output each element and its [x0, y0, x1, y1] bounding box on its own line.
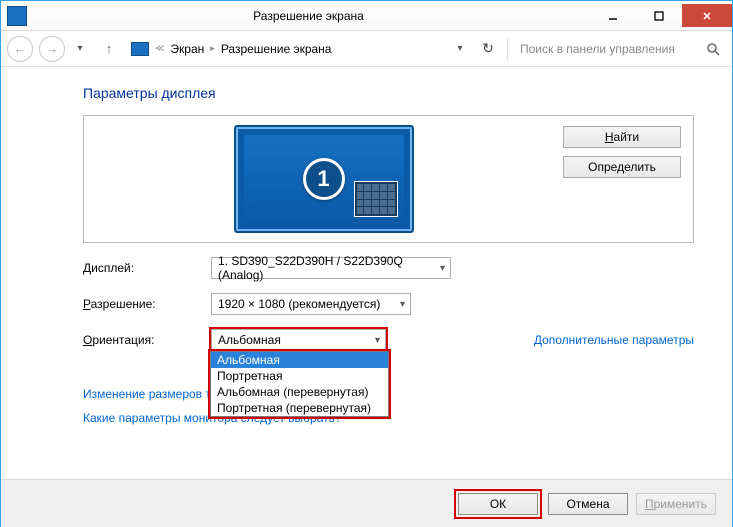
cancel-button[interactable]: Отмена [548, 493, 628, 515]
resolution-label: Разрешение: [83, 297, 211, 311]
orientation-label: Ориентация: [83, 333, 211, 347]
control-panel-icon [131, 42, 149, 56]
close-button[interactable] [682, 4, 732, 27]
orientation-option-portrait-flipped[interactable]: Портретная (перевернутая) [211, 400, 388, 416]
breadcrumb-separator: ≪ [155, 43, 164, 54]
chevron-right-icon: ▸ [210, 43, 215, 54]
search-input[interactable]: Поиск в панели управления [514, 37, 694, 61]
navbar: ← → ▾ ↑ ≪ Экран ▸ Разрешение экрана ▾ ↻ … [1, 31, 732, 67]
apply-button[interactable]: Применить [636, 493, 716, 515]
nav-forward-button[interactable]: → [39, 36, 65, 62]
breadcrumb[interactable]: ≪ Экран ▸ Разрешение экрана [131, 42, 445, 56]
titlebar: Разрешение экрана [1, 1, 732, 31]
nav-up-button[interactable]: ↑ [99, 39, 119, 59]
nav-back-button[interactable]: ← [7, 36, 33, 62]
orientation-option-landscape[interactable]: Альбомная [211, 352, 388, 368]
orientation-option-portrait[interactable]: Портретная [211, 368, 388, 384]
monitor-grid-icon [354, 181, 398, 217]
orientation-option-landscape-flipped[interactable]: Альбомная (перевернутая) [211, 384, 388, 400]
orientation-dropdown-list: Альбомная Портретная Альбомная (переверн… [210, 351, 389, 417]
minimize-button[interactable] [590, 4, 636, 27]
breadcrumb-dropdown[interactable]: ▾ [451, 43, 469, 54]
breadcrumb-resolution[interactable]: Разрешение экрана [221, 42, 332, 56]
resolution-dropdown[interactable]: 1920 × 1080 (рекомендуется) [211, 293, 411, 315]
monitor-number: 1 [303, 158, 345, 200]
button-bar: ОК Отмена Применить [1, 479, 732, 527]
breadcrumb-screen[interactable]: Экран [170, 42, 204, 56]
content-area: Параметры дисплея 1 Найти Определить [1, 67, 732, 435]
resize-text-link[interactable]: Изменение размеров те [83, 387, 217, 401]
display-label: Дисплей: [83, 261, 211, 275]
find-button[interactable]: Найти [563, 126, 681, 148]
window-title: Разрешение экрана [27, 9, 590, 23]
display-value: 1. SD390_S22D390H / S22D390Q (Analog) [218, 254, 432, 282]
system-icon [7, 6, 27, 26]
orientation-dropdown[interactable]: Альбомная Альбомная Портретная Альбомная… [211, 329, 386, 351]
monitor-preview-area[interactable]: 1 [84, 116, 563, 242]
nav-history-dropdown[interactable]: ▾ [71, 43, 89, 54]
resolution-value: 1920 × 1080 (рекомендуется) [218, 297, 380, 311]
search-icon[interactable] [700, 37, 726, 61]
maximize-button[interactable] [636, 4, 682, 27]
detect-button[interactable]: Определить [563, 156, 681, 178]
orientation-value: Альбомная [218, 333, 281, 347]
display-preview-panel: 1 Найти Определить [83, 115, 694, 243]
monitor-thumbnail[interactable]: 1 [234, 125, 414, 233]
page-heading: Параметры дисплея [83, 85, 704, 101]
ok-button[interactable]: ОК [458, 493, 538, 515]
refresh-button[interactable]: ↻ [475, 37, 501, 61]
display-dropdown[interactable]: 1. SD390_S22D390H / S22D390Q (Analog) [211, 257, 451, 279]
nav-divider [507, 38, 508, 60]
